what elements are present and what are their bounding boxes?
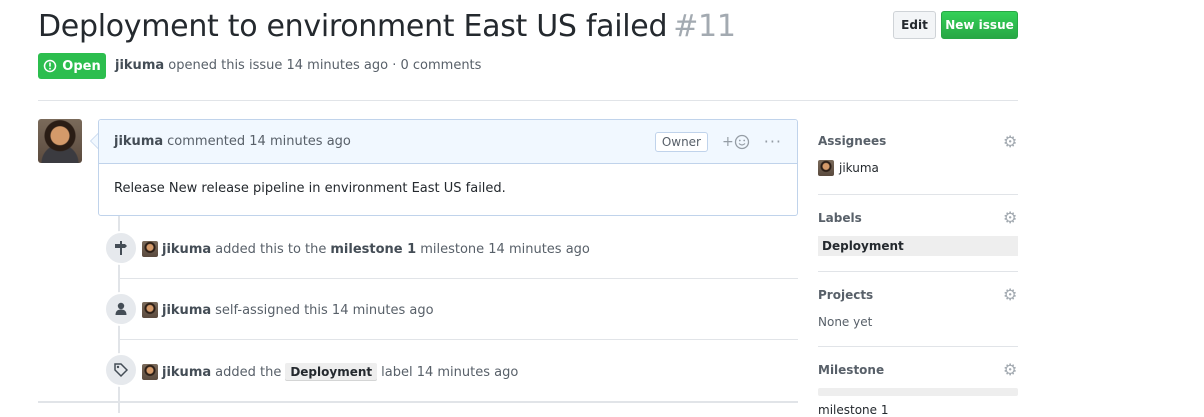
avatar[interactable] <box>38 119 82 163</box>
event-text: self-assigned this 14 minutes ago <box>215 302 434 318</box>
comment-box: jikuma commented 14 minutes ago Owner + … <box>98 119 798 216</box>
avatar[interactable] <box>142 302 158 318</box>
avatar[interactable] <box>142 241 158 257</box>
event-text-post: label 14 minutes ago <box>381 364 519 380</box>
event-user-link[interactable]: jikuma <box>162 242 211 257</box>
avatar[interactable] <box>818 160 834 176</box>
label-deployment[interactable]: Deployment <box>285 363 378 381</box>
gear-icon[interactable]: ⚙ <box>1003 208 1017 227</box>
comment-body: Release New release pipeline in environm… <box>114 181 506 196</box>
issue-title: Deployment to environment East US failed… <box>38 6 736 48</box>
timeline-bottom-divider <box>38 401 798 403</box>
milestone-link[interactable]: milestone 1 <box>330 242 416 257</box>
new-issue-button[interactable]: New issue <box>941 11 1018 39</box>
assignee-name[interactable]: jikuma <box>839 161 879 175</box>
milestone-icon <box>104 231 138 265</box>
header-divider <box>38 100 1018 101</box>
gear-icon[interactable]: ⚙ <box>1003 132 1017 151</box>
projects-title[interactable]: Projects <box>818 288 873 302</box>
owner-badge: Owner <box>654 131 708 152</box>
gear-icon[interactable]: ⚙ <box>1003 360 1017 379</box>
comment-author-link[interactable]: jikuma <box>114 134 163 149</box>
status-text: Open <box>62 58 101 74</box>
projects-value: None yet <box>818 315 873 329</box>
event-text-post: milestone 14 minutes ago <box>420 241 590 257</box>
event-text: added the <box>215 364 282 380</box>
issue-author-link[interactable]: jikuma <box>115 58 164 73</box>
status-badge: Open <box>38 53 106 79</box>
avatar[interactable] <box>142 364 158 380</box>
event-user-link[interactable]: jikuma <box>162 303 211 318</box>
issue-opened-icon <box>44 59 57 73</box>
smiley-icon <box>734 134 749 149</box>
comment-meta[interactable]: commented 14 minutes ago <box>167 134 351 149</box>
gear-icon[interactable]: ⚙ <box>1003 285 1017 304</box>
labels-title[interactable]: Labels <box>818 211 862 225</box>
sidebar-label-deployment[interactable]: Deployment <box>818 236 1018 256</box>
milestone-title[interactable]: Milestone <box>818 363 884 377</box>
comment-options-button[interactable]: ··· <box>764 132 782 151</box>
issue-opened-text: opened this issue 14 minutes ago · 0 com… <box>168 58 482 73</box>
event-user-link[interactable]: jikuma <box>162 365 211 380</box>
assignees-title[interactable]: Assignees <box>818 134 886 148</box>
add-reaction-button[interactable]: + <box>722 134 750 150</box>
event-milestone: jikuma added this to the milestone 1 mil… <box>142 241 590 257</box>
edit-button[interactable]: Edit <box>893 11 936 39</box>
issue-title-text: Deployment to environment East US failed <box>38 9 668 44</box>
sidebar-divider <box>818 271 1018 272</box>
comment-arrow-inner <box>91 134 98 148</box>
tag-icon <box>104 353 138 387</box>
event-self-assigned: jikuma self-assigned this 14 minutes ago <box>142 302 434 318</box>
milestone-value[interactable]: milestone 1 <box>818 403 888 417</box>
timeline-divider <box>118 278 798 279</box>
timeline-divider <box>118 339 798 340</box>
issue-meta: jikuma opened this issue 14 minutes ago … <box>115 58 481 73</box>
event-labeled: jikuma added the Deployment label 14 min… <box>142 363 518 381</box>
assignee-item[interactable]: jikuma <box>818 160 879 176</box>
issue-number: #11 <box>673 9 736 44</box>
milestone-progress-bar <box>818 388 1018 396</box>
sidebar-divider <box>818 346 1018 347</box>
comment-header: jikuma commented 14 minutes ago Owner + … <box>99 120 797 164</box>
sidebar-divider <box>818 194 1018 195</box>
event-text: added this to the <box>215 241 327 257</box>
reaction-plus: + <box>722 133 734 150</box>
person-icon <box>104 292 138 326</box>
